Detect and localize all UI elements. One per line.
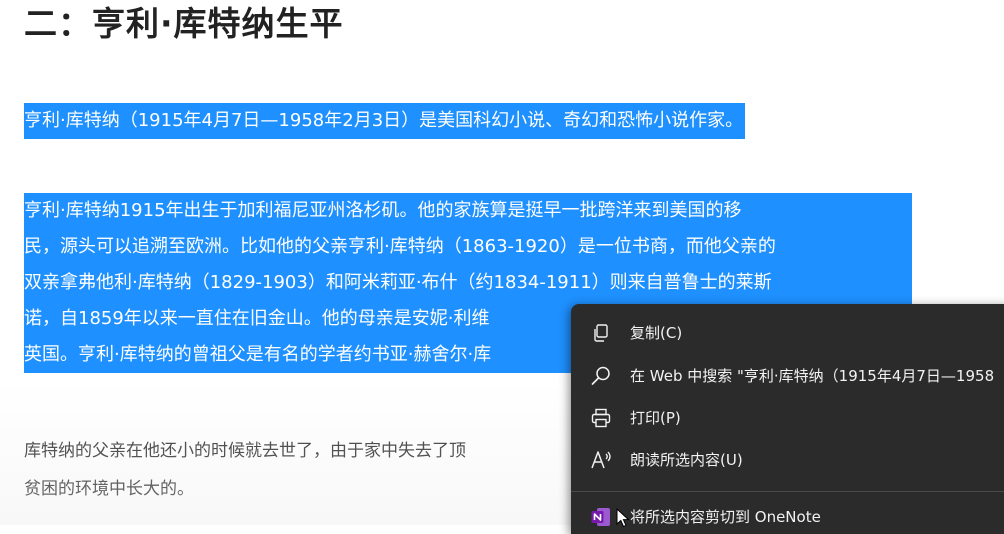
menu-item-read-aloud[interactable]: 朗读所选内容(U) <box>571 439 1004 481</box>
mouse-cursor-icon <box>616 507 630 528</box>
section-heading: 二：亨利·库特纳生平 <box>24 4 344 43</box>
selected-text-line[interactable]: 民，源头可以追溯至欧洲。比如他的父亲亨利·库特纳（1863-1920）是一位书商… <box>24 229 912 265</box>
menu-item-copy[interactable]: 复制(C) <box>571 312 1004 354</box>
selected-text-line[interactable]: 双亲拿弗他利·库特纳（1829-1903）和阿米莉亚·布什（约1834-1911… <box>24 265 912 301</box>
paragraph-intro: 亨利·库特纳（1915年4月7日—1958年2月3日）是美国科幻小说、奇幻和恐怖… <box>24 103 746 139</box>
menu-item-label: 复制(C) <box>630 324 683 342</box>
menu-item-clip-to-onenote[interactable]: 将所选内容剪切到 OneNote <box>571 496 1004 534</box>
text-line: 库特纳的父亲在他还小的时候就去世了，由于家中失去了顶 <box>24 441 466 461</box>
selected-text-line[interactable]: 亨利·库特纳1915年出生于加利福尼亚州洛杉矶。他的家族算是挺早一批跨洋来到美国… <box>24 193 912 229</box>
paragraph-childhood: 库特纳的父亲在他还小的时候就去世了，由于家中失去了顶 贫困的环境中长大的。 <box>24 432 466 508</box>
menu-item-print[interactable]: 打印(P) <box>571 397 1004 439</box>
onenote-icon <box>589 505 613 529</box>
menu-divider <box>571 491 1004 492</box>
menu-item-web-search[interactable]: 在 Web 中搜索 "亨利·库特纳（1915年4月7日—1958 <box>571 355 1004 397</box>
text-line: 贫困的环境中长大的。 <box>24 479 194 499</box>
read-aloud-icon <box>589 448 613 472</box>
menu-item-label: 在 Web 中搜索 "亨利·库特纳（1915年4月7日—1958 <box>630 367 995 385</box>
menu-item-label: 打印(P) <box>630 409 681 427</box>
copy-icon <box>589 321 613 345</box>
context-menu: 复制(C) 在 Web 中搜索 "亨利·库特纳（1915年4月7日—1958 打… <box>571 304 1004 534</box>
search-icon <box>589 364 613 388</box>
menu-item-label: 朗读所选内容(U) <box>630 451 743 469</box>
selected-text-line[interactable]: 亨利·库特纳（1915年4月7日—1958年2月3日）是美国科幻小说、奇幻和恐怖… <box>24 103 746 139</box>
print-icon <box>589 406 613 430</box>
